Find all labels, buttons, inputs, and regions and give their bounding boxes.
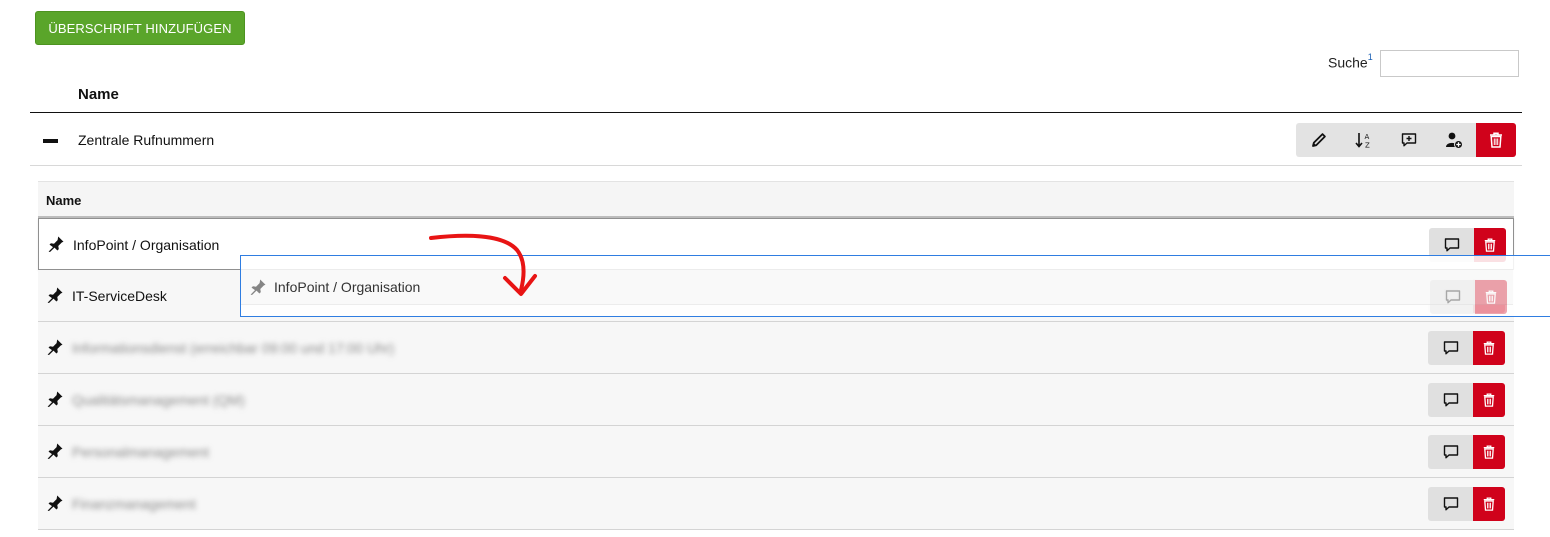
drag-ghost-label: InfoPoint / Organisation	[274, 279, 421, 295]
row-delete-button[interactable]	[1473, 487, 1505, 521]
row-comment-button[interactable]	[1428, 383, 1473, 417]
group-actions: AZ	[1296, 123, 1516, 157]
search-label-text: Suche	[1328, 54, 1368, 71]
svg-text:A: A	[1364, 133, 1369, 141]
pin-icon	[48, 236, 64, 252]
delete-group-button[interactable]	[1476, 123, 1516, 157]
pin-icon	[47, 287, 63, 303]
comment-icon	[1444, 238, 1459, 252]
drag-ghost-row-fill	[241, 269, 1513, 305]
entries-table: Name InfoPoint / Organisation IT-ServiceD…	[38, 181, 1514, 530]
row-label: Qualitätsmanagement (QM)	[72, 392, 245, 408]
search-footnote: 1	[1367, 52, 1373, 62]
row-label: Informationsdienst (erreichbar 09:00 und…	[72, 340, 395, 356]
pin-icon	[47, 495, 63, 511]
pin-icon	[47, 443, 63, 459]
row-delete-button[interactable]	[1473, 435, 1505, 469]
group-name: Zentrale Rufnummern	[78, 132, 215, 148]
comment-icon	[1443, 497, 1458, 511]
row-delete-button[interactable]	[1473, 383, 1505, 417]
table-row[interactable]: Finanzmanagement	[38, 478, 1514, 530]
add-heading-button[interactable]: ÜBERSCHRIFT HINZUFÜGEN	[35, 11, 245, 45]
drag-ghost-actions	[1430, 280, 1507, 314]
row-delete-button[interactable]	[1473, 331, 1505, 365]
row-actions	[1428, 383, 1505, 417]
outer-column-header-name: Name	[78, 86, 119, 103]
row-actions	[1428, 435, 1505, 469]
table-row[interactable]: Personalmanagement	[38, 426, 1514, 478]
sort-group-button[interactable]: AZ	[1341, 123, 1386, 157]
user-add-icon	[1445, 132, 1463, 149]
trash-icon	[1483, 445, 1495, 459]
table-row[interactable]: Informationsdienst (erreichbar 09:00 und…	[38, 322, 1514, 374]
edit-group-button[interactable]	[1296, 123, 1341, 157]
drag-ghost-delete-button	[1475, 280, 1507, 314]
trash-icon	[1483, 497, 1495, 511]
entries-column-header-name: Name	[46, 193, 82, 208]
row-label: IT-ServiceDesk	[72, 288, 167, 304]
search-label: Suche1	[1328, 52, 1373, 71]
sort-alpha-icon: AZ	[1354, 133, 1370, 150]
pin-icon	[47, 339, 63, 355]
row-label: InfoPoint / Organisation	[73, 237, 220, 253]
drag-ghost-comment-button	[1430, 280, 1475, 314]
pin-icon	[250, 279, 266, 295]
table-row[interactable]: Qualitätsmanagement (QM)	[38, 374, 1514, 426]
row-comment-button[interactable]	[1428, 331, 1473, 365]
drag-ghost-row[interactable]: InfoPoint / Organisation	[240, 255, 1550, 317]
comment-icon	[1443, 445, 1458, 459]
trash-icon	[1490, 132, 1502, 148]
trash-icon	[1483, 341, 1495, 355]
collapse-icon[interactable]	[43, 139, 58, 143]
row-actions	[1428, 331, 1505, 365]
row-label: Personalmanagement	[72, 444, 209, 460]
pin-icon	[47, 391, 63, 407]
trash-icon	[1485, 290, 1497, 304]
row-actions	[1428, 487, 1505, 521]
trash-icon	[1483, 393, 1495, 407]
comment-add-icon	[1401, 133, 1416, 147]
comment-icon	[1443, 341, 1458, 355]
row-label: Finanzmanagement	[72, 496, 196, 512]
entries-table-header: Name	[38, 181, 1514, 218]
comment-icon	[1445, 290, 1460, 304]
row-comment-button[interactable]	[1428, 487, 1473, 521]
svg-text:Z: Z	[1365, 142, 1370, 150]
add-comment-button[interactable]	[1386, 123, 1431, 157]
trash-icon	[1484, 238, 1496, 252]
add-entry-button[interactable]	[1431, 123, 1476, 157]
pencil-icon	[1311, 133, 1326, 147]
search-input[interactable]	[1380, 50, 1519, 77]
row-comment-button[interactable]	[1428, 435, 1473, 469]
comment-icon	[1443, 393, 1458, 407]
